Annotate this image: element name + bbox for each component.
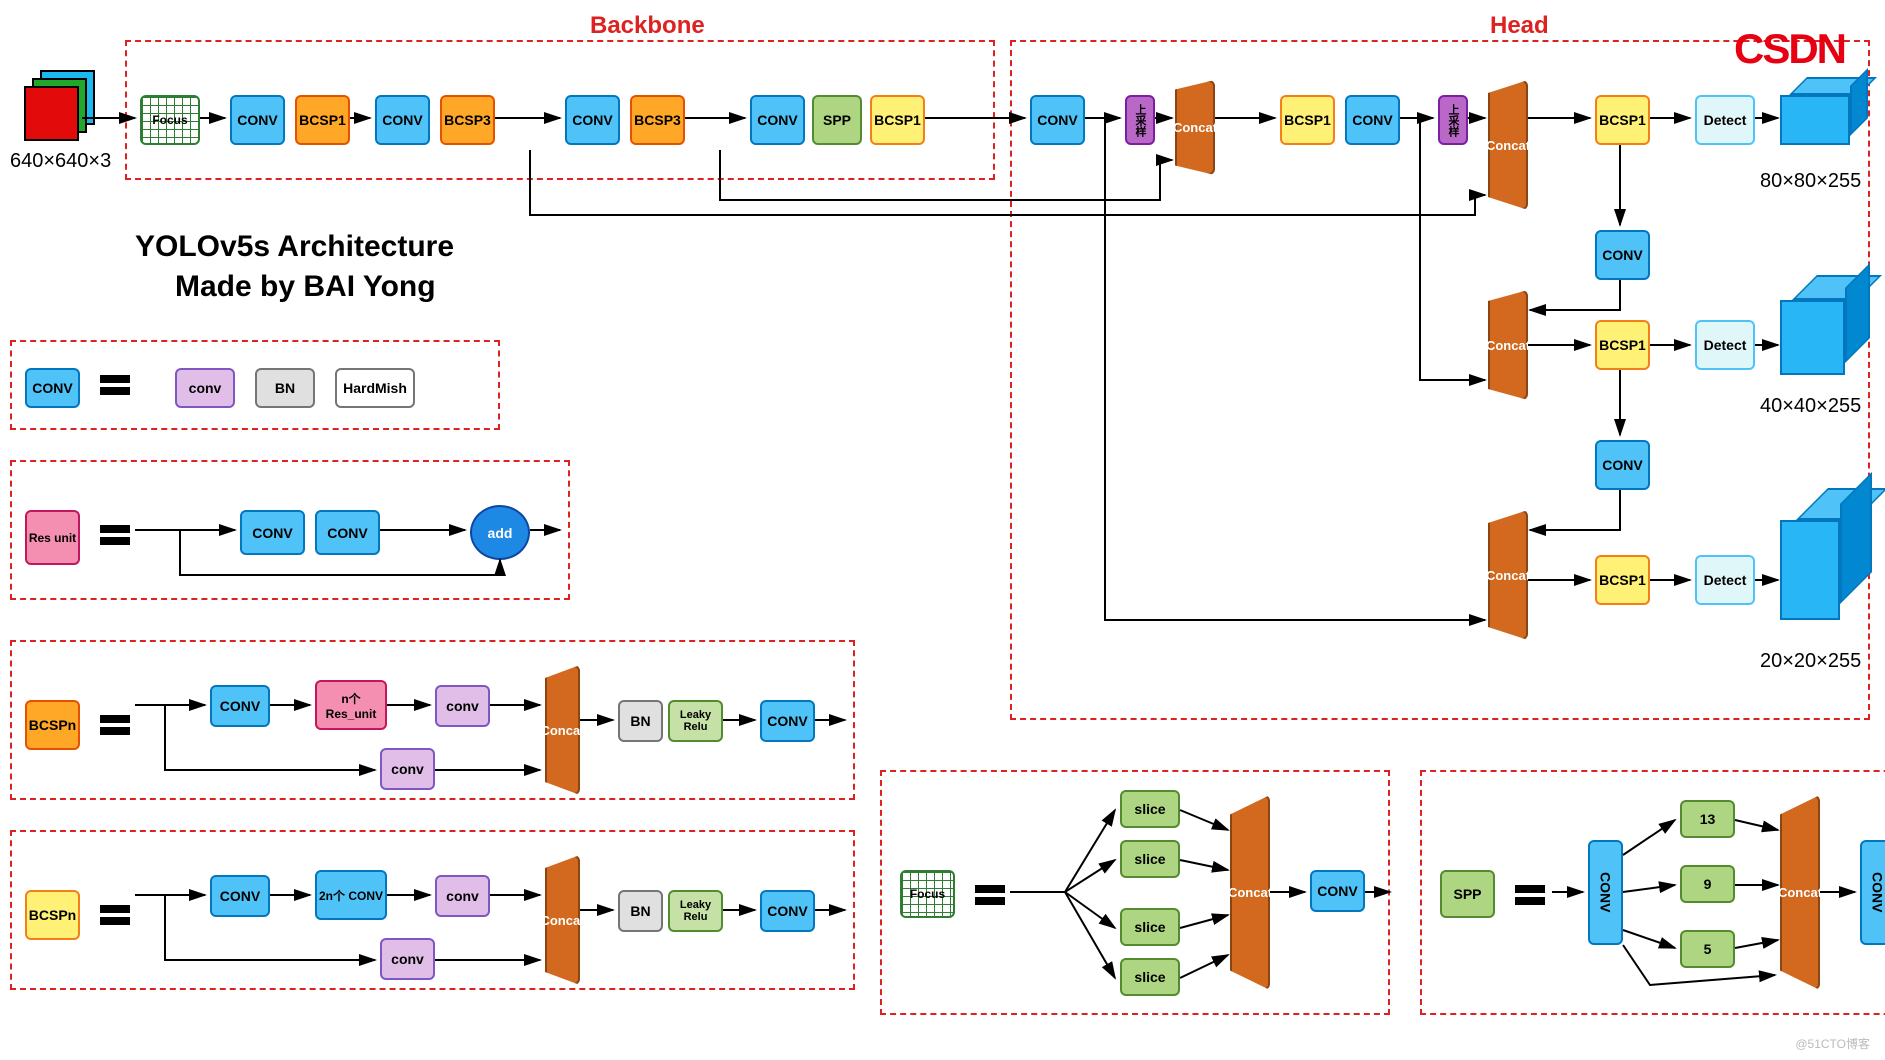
head-conv-3: CONV [1595,230,1650,280]
head-conv-2: CONV [1345,95,1400,145]
head-detect-3: Detect [1695,555,1755,605]
head-conv-4: CONV [1595,440,1650,490]
legend-spp-pool-13: 13 [1680,800,1735,838]
legend-bcspn-y-out: CONV [760,890,815,932]
backbone-bcsp3-1: BCSP3 [440,95,495,145]
backbone-bcsp1-1: BCSP1 [295,95,350,145]
legend-spp-label: SPP [1440,870,1495,918]
legend-spp-pool-5: 5 [1680,930,1735,968]
legend-spp-pool-9: 9 [1680,865,1735,903]
backbone-conv-3: CONV [565,95,620,145]
head-conv-1: CONV [1030,95,1085,145]
backbone-bcsp1-2: BCSP1 [870,95,925,145]
backbone-label: Backbone [590,12,705,40]
head-concat-3: Concat [1488,290,1528,400]
legend-conv-part-bn: BN [255,368,315,408]
legend-res-conv2: CONV [315,510,380,555]
equals-icon-2 [100,525,130,545]
backbone-conv-4: CONV [750,95,805,145]
legend-res-label: Res unit [25,510,80,565]
author: Made by BAI Yong [175,270,436,304]
head-bcsp1-1: BCSP1 [1280,95,1335,145]
legend-bcspn-y-concat: Concat [545,855,580,985]
legend-bcspn-o-convsm2: conv [380,748,435,790]
legend-bcspn-o-convsm: conv [435,685,490,727]
legend-res-conv1: CONV [240,510,305,555]
legend-spp-convin: CONV [1588,840,1623,945]
input-channel-r [24,86,79,141]
output-dim-1: 80×80×255 [1760,170,1861,193]
equals-icon-5 [975,885,1005,905]
legend-focus-concat: Concat [1230,795,1270,990]
legend-bcspn-o-bn: BN [618,700,663,742]
legend-bcspn-y-convsm: conv [435,875,490,917]
legend-focus-slice4: slice [1120,958,1180,996]
legend-bcspn-y-n2conv: 2n个 CONV [315,870,387,920]
legend-focus-conv: CONV [1310,870,1365,912]
head-concat-2: Concat [1488,80,1528,210]
output-dim-3: 20×20×255 [1760,650,1861,673]
head-bcsp1-4: BCSP1 [1595,555,1650,605]
head-detect-1: Detect [1695,95,1755,145]
equals-icon-4 [100,905,130,925]
backbone-conv-2: CONV [375,95,430,145]
legend-bcspn-o-leaky: Leaky Relu [668,700,723,742]
title: YOLOv5s Architecture [135,230,454,264]
legend-bcspn-o-conv: CONV [210,685,270,727]
legend-focus-slice2: slice [1120,840,1180,878]
head-concat-1: Concat [1175,80,1215,175]
legend-bcspn-y-conv: CONV [210,875,270,917]
backbone-conv-1: CONV [230,95,285,145]
legend-spp-concat: Concat [1780,795,1820,990]
backbone-spp: SPP [812,95,862,145]
legend-bcspn-o-concat: Concat [545,665,580,795]
input-dim: 640×640×3 [10,150,111,173]
head-label: Head [1490,12,1549,40]
legend-conv-part-hardmish: HardMish [335,368,415,408]
head-bcsp1-3: BCSP1 [1595,320,1650,370]
backbone-bcsp3-2: BCSP3 [630,95,685,145]
legend-res-add: add [470,505,530,560]
head-detect-2: Detect [1695,320,1755,370]
head-concat-4: Concat [1488,510,1528,640]
legend-conv-part-conv: conv [175,368,235,408]
legend-spp-convout: CONV [1860,840,1885,945]
legend-focus-slice3: slice [1120,908,1180,946]
equals-icon-6 [1515,885,1545,905]
head-bcsp1-2: BCSP1 [1595,95,1650,145]
equals-icon-3 [100,715,130,735]
focus-block: Focus [140,95,200,145]
csdn-watermark: CSDN [1734,25,1845,73]
legend-bcspn-y-leaky: Leaky Relu [668,890,723,932]
corner-watermark: @51CTO博客 [1795,1035,1870,1052]
legend-bcspn-y-bn: BN [618,890,663,932]
legend-bcspn-o-label: BCSPn [25,700,80,750]
legend-focus-label: Focus [900,870,955,918]
equals-icon [100,375,130,395]
legend-bcspn-y-convsm2: conv [380,938,435,980]
legend-bcspn-o-out: CONV [760,700,815,742]
head-upsample-1: 上采样 [1125,95,1155,145]
legend-conv-label: CONV [25,368,80,408]
head-upsample-2: 上采样 [1438,95,1468,145]
legend-bcspn-y-label: BCSPn [25,890,80,940]
legend-focus-slice1: slice [1120,790,1180,828]
legend-bcspn-o-nres: n个 Res_unit [315,680,387,730]
output-dim-2: 40×40×255 [1760,395,1861,418]
